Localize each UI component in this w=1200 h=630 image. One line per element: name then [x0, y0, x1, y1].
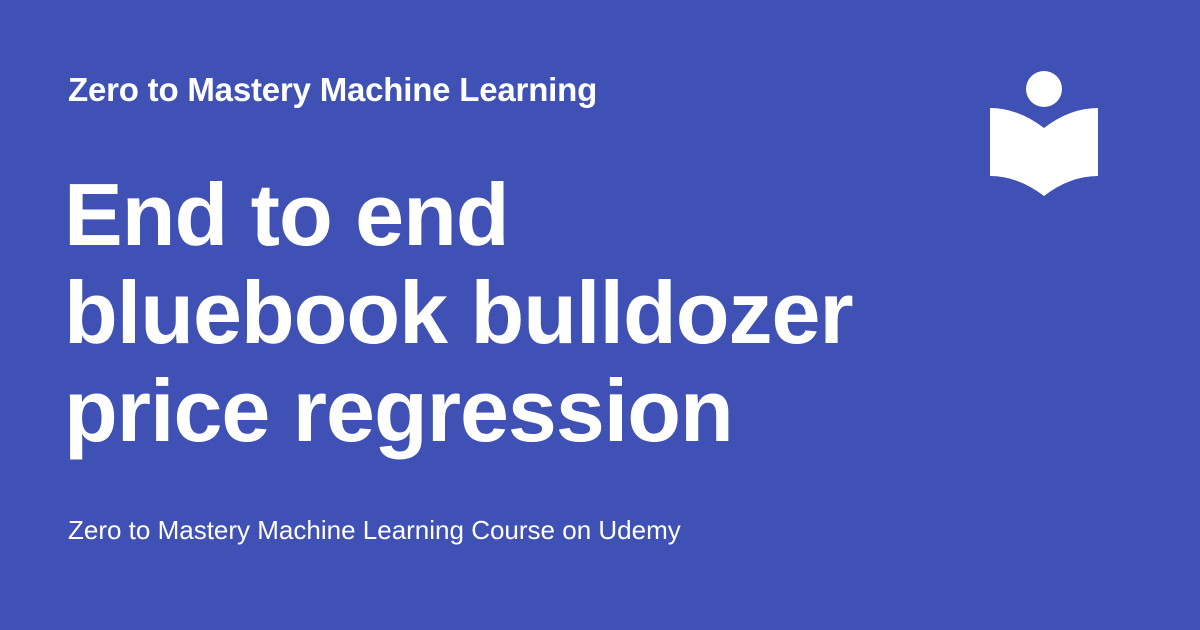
reader-book-icon [988, 70, 1100, 198]
site-name: Zero to Mastery Machine Learning [68, 71, 598, 108]
course-description: Zero to Mastery Machine Learning Course … [68, 515, 681, 545]
title-line-2: bluebook bulldozer [64, 263, 854, 362]
page-title: End to end bluebook bulldozer price regr… [64, 166, 924, 460]
title-line-3: price regression [64, 361, 734, 460]
title-line-1: End to end [64, 165, 510, 264]
social-card: Zero to Mastery Machine Learning End to … [0, 0, 1200, 630]
